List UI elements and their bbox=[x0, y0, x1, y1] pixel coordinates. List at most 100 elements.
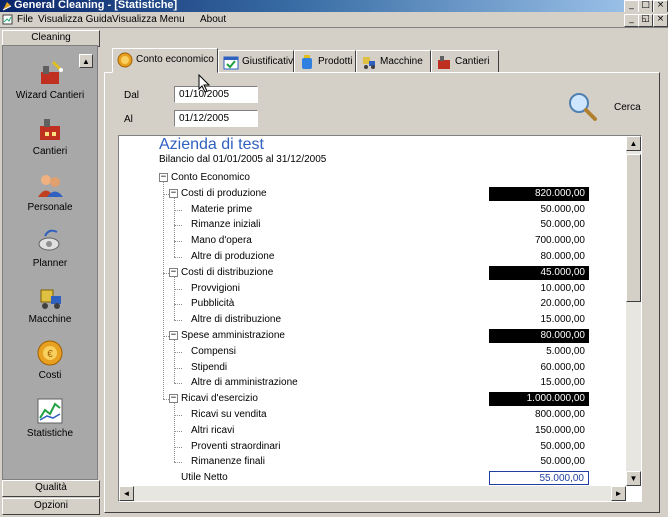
tree-connector bbox=[174, 257, 182, 258]
item-name: Rimanze iniziali bbox=[191, 219, 261, 231]
item-name: Altre di distribuzione bbox=[191, 314, 282, 326]
sidebar-item-planner[interactable]: Planner bbox=[3, 226, 97, 269]
item-value: 50.000,00 bbox=[540, 456, 586, 468]
tree-connector bbox=[174, 209, 182, 211]
tab-macchine[interactable]: Macchine bbox=[356, 50, 431, 72]
section-collapse-toggle[interactable]: − bbox=[169, 267, 178, 277]
report-period: Bilancio dal 01/01/2005 al 31/12/2005 bbox=[159, 154, 327, 165]
item-value: 150.000,00 bbox=[534, 424, 585, 436]
tree-connector bbox=[174, 403, 175, 463]
coin-icon bbox=[117, 52, 133, 68]
item-value: 50.000,00 bbox=[540, 203, 586, 215]
item-name: Materie prime bbox=[191, 203, 253, 215]
item-name: Provvigioni bbox=[191, 282, 240, 294]
section-collapse-toggle[interactable]: − bbox=[169, 188, 178, 198]
menu-file[interactable]: File bbox=[17, 14, 33, 25]
section-name: Spese amministrazione bbox=[181, 330, 285, 341]
vertical-scrollbar[interactable]: ▲ ▼ bbox=[626, 136, 641, 486]
menu-visualizza-menu[interactable]: Visualizza Menu bbox=[112, 14, 185, 25]
report-view[interactable]: Azienda di test Bilancio dal 01/01/2005 … bbox=[118, 135, 642, 502]
dal-date-input[interactable]: 01/10/2005 bbox=[174, 86, 258, 103]
net-value: 55.000,00 bbox=[489, 471, 589, 486]
item-name: Compensi bbox=[191, 345, 237, 357]
tab-giustificativi[interactable]: Giustificativi bbox=[218, 50, 295, 72]
section-name: Costi di distribuzione bbox=[181, 266, 274, 278]
item-name: Pubblicità bbox=[191, 298, 235, 310]
child-close-button[interactable]: × bbox=[653, 14, 668, 27]
tree-connector bbox=[174, 276, 175, 321]
tree-connector bbox=[174, 197, 175, 257]
al-date-input[interactable]: 01/12/2005 bbox=[174, 110, 258, 127]
item-value: 10.000,00 bbox=[540, 282, 586, 294]
item-value: 50.000,00 bbox=[540, 440, 586, 452]
building-icon bbox=[40, 119, 60, 140]
item-value: 20.000,00 bbox=[540, 298, 586, 310]
mouse-cursor-icon bbox=[198, 74, 211, 93]
tree-connector bbox=[174, 241, 182, 243]
item-value: 700.000,00 bbox=[534, 235, 585, 247]
tree-connector bbox=[174, 462, 182, 464]
building-icon bbox=[438, 56, 450, 69]
tree-connector bbox=[174, 415, 182, 416]
child-minimize-button[interactable]: _ bbox=[624, 14, 639, 27]
item-value: 5.000,00 bbox=[546, 345, 585, 357]
al-label: Al bbox=[124, 114, 133, 125]
dal-label: Dal bbox=[124, 90, 140, 101]
menu-visualizza-guida[interactable]: Visualizza Guida bbox=[38, 14, 112, 25]
tree-connector bbox=[174, 340, 175, 384]
tree-connector bbox=[174, 367, 182, 369]
sidebar-header-qualita[interactable]: Qualità bbox=[2, 480, 100, 497]
svg-text:€: € bbox=[47, 349, 53, 360]
tab-cantieri[interactable]: Cantieri bbox=[431, 50, 499, 72]
tree-connector bbox=[174, 304, 182, 306]
scroll-left-arrow-icon[interactable]: ◄ bbox=[119, 486, 134, 501]
search-button[interactable]: Cerca bbox=[560, 88, 648, 128]
root-collapse-toggle[interactable]: − bbox=[159, 173, 168, 182]
horizontal-scrollbar[interactable]: ◄ ► bbox=[119, 486, 626, 501]
scroll-down-arrow-icon[interactable]: ▼ bbox=[626, 471, 641, 486]
sidebar-panel: ▲ Wizard Cantieri Cantieri Personale Pla… bbox=[2, 45, 98, 480]
section-collapse-toggle[interactable]: − bbox=[169, 394, 178, 404]
section-total: 1.000.000,00 bbox=[489, 392, 589, 407]
section-name: Costi di produzione bbox=[181, 187, 267, 199]
scroll-right-arrow-icon[interactable]: ► bbox=[611, 486, 626, 501]
window-title: General Cleaning - [Statistiche] bbox=[14, 0, 178, 11]
item-value: 15.000,00 bbox=[540, 377, 586, 389]
item-name: Proventi straordinari bbox=[191, 440, 281, 452]
chart-icon bbox=[37, 398, 63, 424]
sidebar-item-personale[interactable]: Personale bbox=[3, 170, 97, 213]
net-label: Utile Netto bbox=[181, 472, 228, 484]
item-name: Altre di produzione bbox=[191, 251, 275, 262]
scroll-up-arrow-icon[interactable]: ▲ bbox=[626, 136, 641, 151]
document-icon bbox=[2, 14, 13, 25]
item-value: 15.000,00 bbox=[540, 314, 586, 326]
item-name: Altre di amministrazione bbox=[191, 377, 298, 389]
item-name: Altri ricavi bbox=[191, 424, 235, 436]
machine-icon bbox=[363, 57, 375, 69]
item-value: 50.000,00 bbox=[540, 219, 586, 231]
wizard-icon bbox=[41, 60, 63, 84]
tab-conto-economico[interactable]: Conto economico bbox=[112, 48, 218, 73]
sidebar-item-statistiche[interactable]: Statistiche bbox=[3, 396, 97, 439]
menu-about[interactable]: About bbox=[200, 14, 226, 25]
sidebar-item-costi[interactable]: € Costi bbox=[3, 338, 97, 381]
sidebar-item-cantieri[interactable]: Cantieri bbox=[3, 114, 97, 157]
coin-icon: € bbox=[37, 340, 63, 366]
item-value: 60.000,00 bbox=[540, 361, 586, 373]
machine-icon bbox=[40, 289, 61, 309]
child-restore-button[interactable]: ◱ bbox=[638, 14, 653, 27]
tree-connector bbox=[174, 351, 182, 353]
tab-prodotti[interactable]: Prodotti bbox=[294, 50, 356, 72]
section-collapse-toggle[interactable]: − bbox=[169, 331, 178, 340]
sidebar-header-opzioni[interactable]: Opzioni bbox=[2, 498, 100, 515]
search-button-label: Cerca bbox=[614, 102, 641, 113]
item-value: 80.000,00 bbox=[540, 251, 586, 262]
item-name: Mano d'opera bbox=[191, 235, 252, 247]
section-total: 45.000,00 bbox=[489, 265, 589, 280]
tree-connector bbox=[174, 383, 182, 385]
section-name: Ricavi d'esercizio bbox=[181, 393, 258, 405]
tree-connector bbox=[174, 225, 182, 227]
sidebar-item-wizard-cantieri[interactable]: Wizard Cantieri bbox=[3, 58, 97, 101]
sidebar-item-macchine[interactable]: Macchine bbox=[3, 282, 97, 325]
vertical-scroll-thumb[interactable] bbox=[626, 154, 641, 302]
